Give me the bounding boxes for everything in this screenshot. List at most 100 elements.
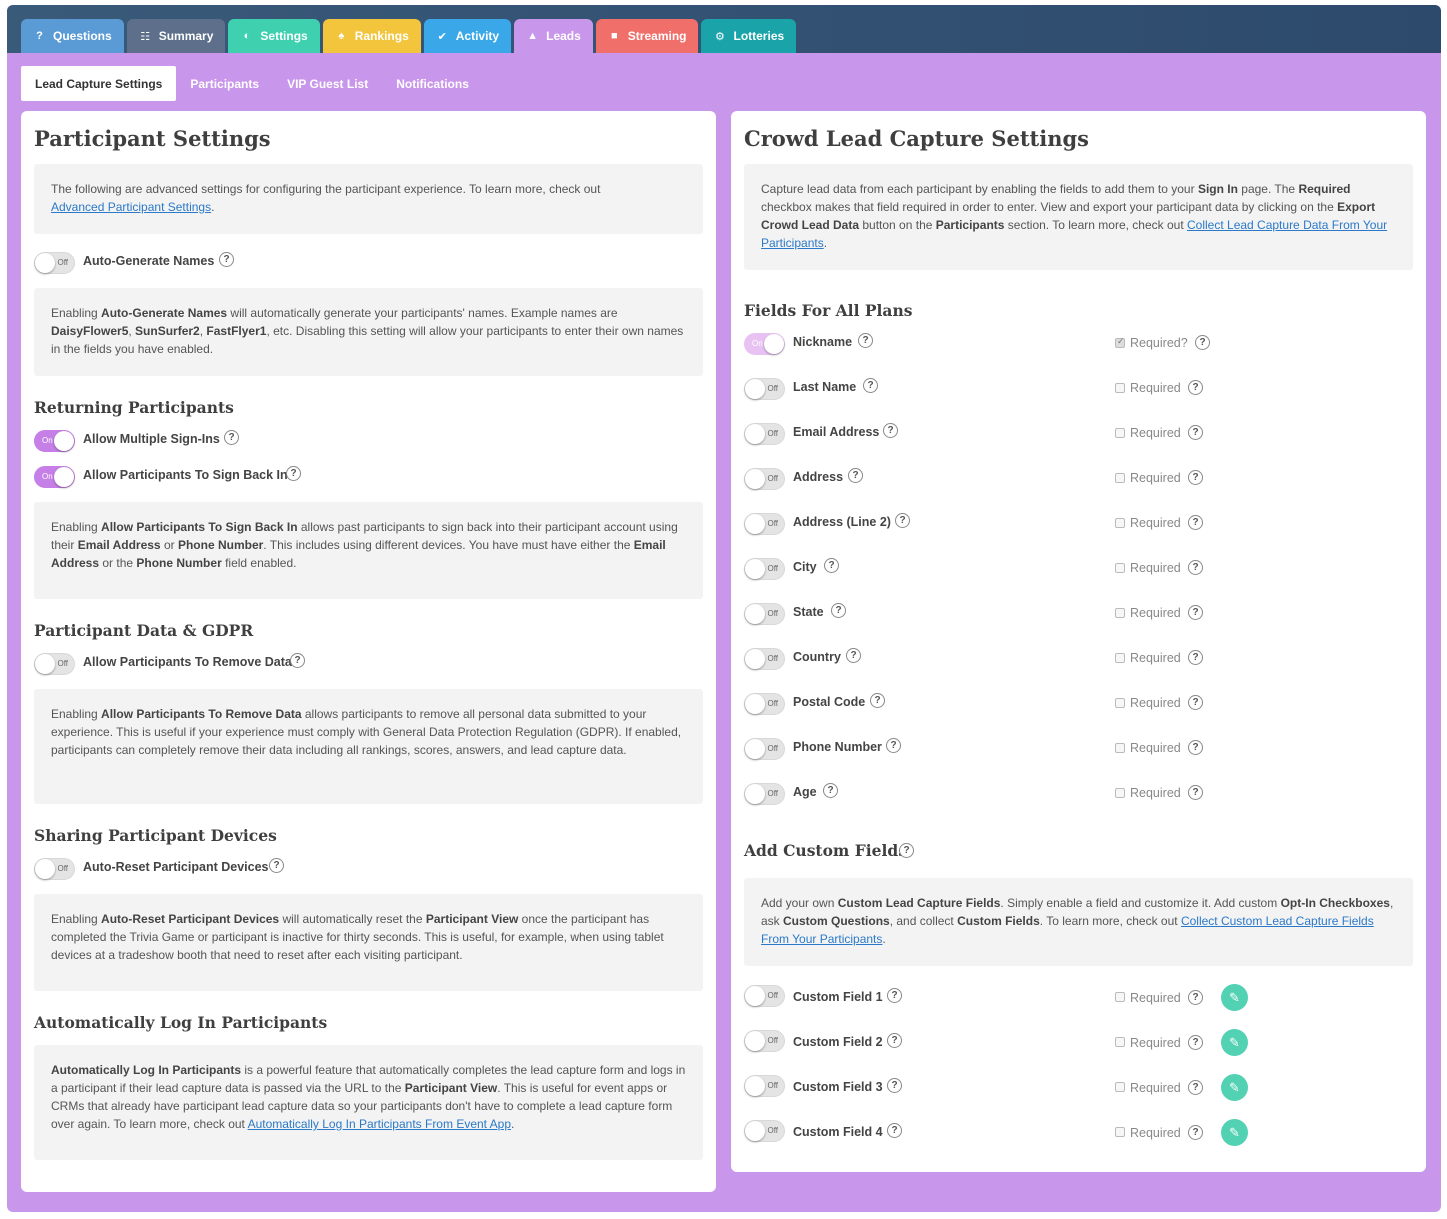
email-address-required-checkbox[interactable] [1115,428,1125,438]
address-toggle[interactable]: Off [744,468,785,490]
subtab-vip-guest-list[interactable]: VIP Guest List [273,66,382,101]
edit-custom-field-3-button[interactable]: ✎ [1221,1074,1248,1101]
address-line-2-required-checkbox[interactable] [1115,518,1125,528]
edit-custom-field-2-button[interactable]: ✎ [1221,1029,1248,1056]
tab-label: Settings [260,29,308,43]
nickname-label: Nickname [793,335,853,349]
tab-streaming[interactable]: ■ Streaming [595,19,699,53]
help-icon[interactable]: ? [824,558,839,573]
address-line-2-toggle[interactable]: Off [744,513,785,535]
required-label: Required [1130,1081,1181,1095]
help-icon[interactable]: ? [887,1033,902,1048]
help-icon[interactable]: ? [1188,785,1203,800]
help-icon[interactable]: ? [1188,650,1203,665]
nickname-required-checkbox[interactable] [1115,336,1125,348]
custom-field-4-toggle[interactable]: Off [744,1120,785,1142]
custom-field-2-required-checkbox[interactable] [1115,1037,1125,1047]
custom-field-3-toggle[interactable]: Off [744,1075,785,1097]
help-icon[interactable]: ? [290,653,305,668]
state-toggle[interactable]: Off [744,603,785,625]
subtab-participants[interactable]: Participants [176,66,273,101]
age-toggle[interactable]: Off [744,783,785,805]
help-icon[interactable]: ? [1188,990,1203,1005]
country-toggle[interactable]: Off [744,648,785,670]
help-icon[interactable]: ? [1188,515,1203,530]
help-icon[interactable]: ? [1188,1080,1203,1095]
allow-remove-data-toggle[interactable]: Off [34,653,75,675]
email-address-toggle[interactable]: Off [744,423,785,445]
help-icon[interactable]: ? [883,423,898,438]
help-icon[interactable]: ? [863,378,878,393]
phone-number-toggle[interactable]: Off [744,738,785,760]
auto-generate-names-toggle[interactable]: Off [34,252,75,274]
state-required-checkbox[interactable] [1115,608,1125,618]
help-icon[interactable]: ? [823,783,838,798]
help-icon[interactable]: ? [1188,740,1203,755]
user-icon: ▲ [527,30,539,42]
help-icon[interactable]: ? [1188,1035,1203,1050]
auto-log-in-link[interactable]: Automatically Log In Participants From E… [248,1117,511,1131]
tab-questions[interactable]: ? Questions [21,19,124,53]
help-icon[interactable]: ? [1188,695,1203,710]
help-icon[interactable]: ? [887,1078,902,1093]
custom-field-3-required-checkbox[interactable] [1115,1082,1125,1092]
phone-number-required-checkbox[interactable] [1115,743,1125,753]
city-required-checkbox[interactable] [1115,563,1125,573]
help-icon[interactable]: ? [831,603,846,618]
help-icon[interactable]: ? [1188,605,1203,620]
nickname-toggle[interactable]: On [744,333,785,355]
help-icon[interactable]: ? [286,466,301,481]
tab-lotteries[interactable]: ⚙ Lotteries [701,19,797,53]
help-icon[interactable]: ? [1188,560,1203,575]
help-icon[interactable]: ? [887,1123,902,1138]
advanced-participant-settings-link[interactable]: Advanced Participant Settings [51,200,211,214]
help-icon[interactable]: ? [887,988,902,1003]
subtab-lead-capture-settings[interactable]: Lead Capture Settings [21,66,177,101]
subtab-notifications[interactable]: Notifications [382,66,483,101]
help-icon[interactable]: ? [886,738,901,753]
custom-field-2-toggle[interactable]: Off [744,1030,785,1052]
tab-settings[interactable]: ◐ Settings [228,19,320,53]
help-icon[interactable]: ? [1188,470,1203,485]
help-icon[interactable]: ? [1195,335,1210,350]
help-icon[interactable]: ? [858,333,873,348]
tab-rankings[interactable]: ♠ Rankings [322,19,421,53]
help-icon[interactable]: ? [846,648,861,663]
gear-icon: ⚙ [715,30,725,43]
last-name-toggle[interactable]: Off [744,378,785,400]
tab-leads[interactable]: ▲ Leads [514,19,593,53]
allow-sign-back-in-toggle[interactable]: On [34,466,75,488]
custom-field-1-toggle[interactable]: Off [744,985,785,1007]
toggle-state: Off [767,1126,778,1135]
help-icon[interactable]: ? [219,252,234,267]
edit-custom-field-4-button[interactable]: ✎ [1221,1119,1248,1146]
help-icon[interactable]: ? [269,858,284,873]
help-icon[interactable]: ? [899,843,914,858]
country-required-checkbox[interactable] [1115,653,1125,663]
tab-activity[interactable]: ✔ Activity [423,19,512,53]
help-icon[interactable]: ? [870,693,885,708]
custom-field-3-label: Custom Field 3 [793,1080,883,1094]
help-icon[interactable]: ? [1188,380,1203,395]
help-icon[interactable]: ? [224,430,239,445]
age-label: Age [793,785,817,799]
edit-custom-field-1-button[interactable]: ✎ [1221,984,1248,1011]
age-required-checkbox[interactable] [1115,788,1125,798]
city-toggle[interactable]: Off [744,558,785,580]
help-icon[interactable]: ? [1188,425,1203,440]
postal-code-required-checkbox[interactable] [1115,698,1125,708]
help-icon[interactable]: ? [895,513,910,528]
main-tabs: ? Questions ☷ Summary ◐ Settings ♠ Rankings ✔ Act… [21,19,797,53]
custom-fields-intro: Add your own Custom Lead Capture Fields.… [744,878,1413,966]
postal-code-toggle[interactable]: Off [744,693,785,715]
custom-field-4-required-checkbox[interactable] [1115,1127,1125,1137]
address-required-checkbox[interactable] [1115,473,1125,483]
auto-reset-devices-toggle[interactable]: Off [34,858,75,880]
allow-multiple-sign-ins-toggle[interactable]: On [34,430,75,452]
custom-field-1-required-checkbox[interactable] [1115,992,1125,1002]
required-label: Required [1130,381,1181,395]
tab-summary[interactable]: ☷ Summary [126,19,226,53]
last-name-required-checkbox[interactable] [1115,383,1125,393]
help-icon[interactable]: ? [1188,1125,1203,1140]
help-icon[interactable]: ? [848,468,863,483]
